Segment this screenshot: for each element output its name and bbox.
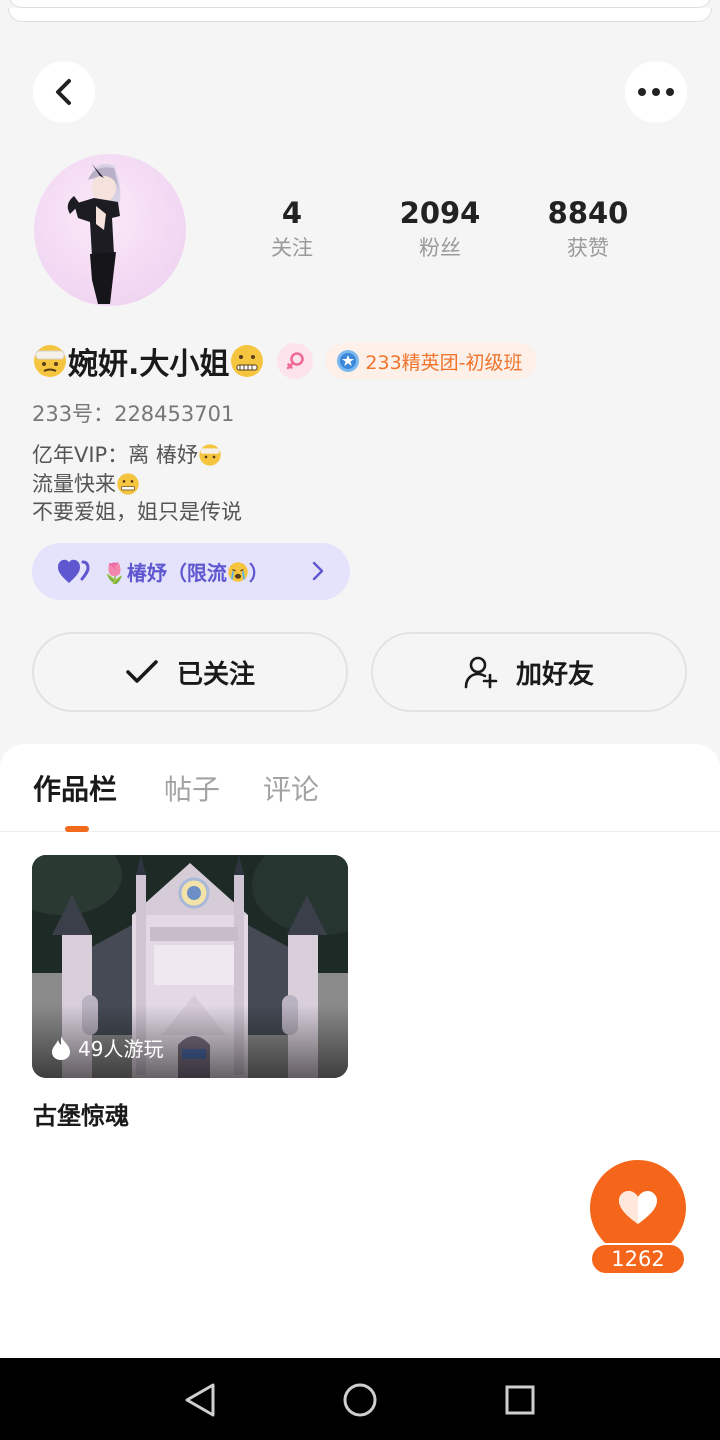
avatar-image bbox=[67, 164, 121, 304]
heart-icon bbox=[619, 1191, 657, 1224]
add-friend-button[interactable]: 加好友 bbox=[371, 632, 687, 712]
tab-works[interactable]: 作品栏 bbox=[33, 768, 117, 808]
game-title[interactable]: 古堡惊魂 bbox=[33, 1096, 129, 1131]
more-icon bbox=[638, 88, 674, 96]
username: 婉妍.大小姐 bbox=[68, 347, 230, 382]
fan-group-label: 🌷椿妤（限流 bbox=[102, 561, 227, 585]
stat-likes[interactable]: 8840 获赞 bbox=[528, 195, 648, 261]
nav-back-button[interactable] bbox=[178, 1378, 222, 1422]
bio-line: 不要爱姐，姐只是传说 bbox=[32, 500, 242, 524]
add-user-icon bbox=[464, 656, 498, 689]
circle-home-icon bbox=[343, 1383, 377, 1417]
badge-label: 233精英团-初级班 bbox=[365, 351, 523, 374]
avatar[interactable] bbox=[34, 154, 186, 306]
system-nav-bar bbox=[0, 1358, 720, 1440]
tab-comments[interactable]: 评论 bbox=[263, 768, 319, 808]
user-id[interactable]: 233号：228453701 bbox=[32, 398, 234, 428]
hearts-icon bbox=[58, 559, 90, 583]
stat-label: 获赞 bbox=[567, 236, 609, 260]
bio: 亿年VIP：离 椿妤 流量快来 不要爱姐，姐只是传说 bbox=[32, 441, 242, 527]
nav-home-button[interactable] bbox=[338, 1378, 382, 1422]
top-card-stack bbox=[8, 0, 712, 28]
check-icon bbox=[126, 660, 158, 683]
like-button[interactable] bbox=[590, 1160, 686, 1256]
elite-team-badge[interactable]: 233精英团-初级班 bbox=[325, 343, 537, 379]
game-card[interactable]: 49人游玩 bbox=[32, 855, 348, 1078]
fan-group-pill[interactable]: 🌷椿妤（限流 ） bbox=[32, 543, 350, 600]
nav-recents-button[interactable] bbox=[498, 1378, 542, 1422]
fan-group-label-end: ） bbox=[248, 561, 269, 585]
followed-label: 已关注 bbox=[176, 659, 255, 690]
bandage-emoji-icon bbox=[199, 444, 221, 466]
tab-bar: 作品栏 帖子 评论 bbox=[0, 744, 720, 832]
like-count: 1262 bbox=[590, 1243, 686, 1275]
back-button[interactable] bbox=[33, 61, 95, 123]
more-button[interactable] bbox=[625, 61, 687, 123]
zipper-mouth-emoji-icon bbox=[117, 473, 139, 495]
stat-value: 4 bbox=[281, 196, 303, 230]
stat-fans[interactable]: 2094 粉丝 bbox=[380, 195, 500, 261]
triangle-back-icon bbox=[185, 1383, 215, 1417]
crying-emoji-icon bbox=[228, 561, 248, 582]
gender-badge bbox=[277, 343, 314, 379]
medal-icon bbox=[337, 350, 360, 372]
play-count: 49人游玩 bbox=[50, 1033, 163, 1062]
followed-button[interactable]: 已关注 bbox=[32, 632, 348, 712]
bio-line: 亿年VIP：离 椿妤 bbox=[32, 441, 242, 470]
bio-line: 流量快来 bbox=[32, 470, 242, 499]
flame-icon bbox=[52, 1035, 70, 1060]
tab-indicator bbox=[65, 826, 89, 832]
stat-following[interactable]: 4 关注 bbox=[232, 195, 352, 261]
stat-value: 8840 bbox=[547, 196, 629, 230]
back-icon bbox=[56, 79, 71, 105]
add-friend-label: 加好友 bbox=[515, 659, 594, 690]
square-recents-icon bbox=[505, 1385, 535, 1415]
stat-value: 2094 bbox=[399, 196, 481, 230]
stat-label: 粉丝 bbox=[419, 236, 461, 260]
bandage-emoji-icon bbox=[34, 345, 66, 377]
name-row: 婉妍.大小姐 233精英团-初级班 bbox=[32, 340, 537, 382]
female-icon bbox=[287, 352, 305, 370]
chevron-right-icon bbox=[312, 561, 324, 581]
zipper-mouth-emoji-icon bbox=[231, 345, 264, 377]
tab-posts[interactable]: 帖子 bbox=[164, 768, 220, 808]
stat-label: 关注 bbox=[271, 236, 313, 260]
